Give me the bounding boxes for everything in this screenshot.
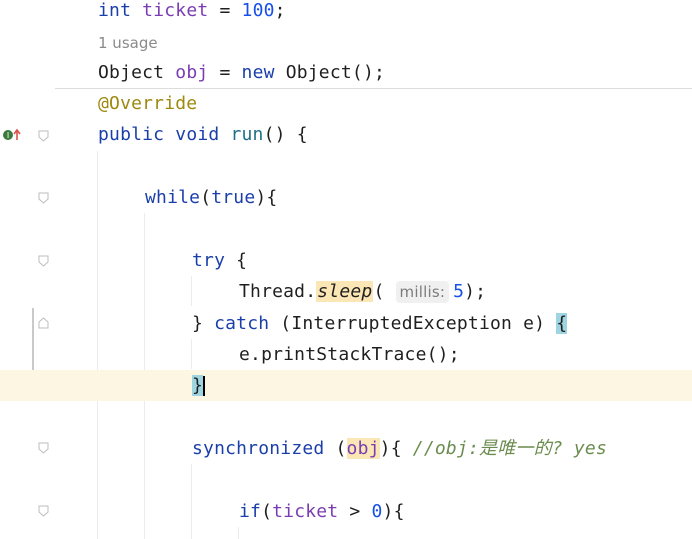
number-literal: 0 [371, 501, 383, 522]
punctuation: ){ [382, 501, 405, 522]
keyword: while [145, 187, 201, 208]
code-line[interactable]: while(true){ [0, 182, 692, 213]
keyword: if [239, 501, 262, 522]
number-literal: 5 [453, 281, 465, 302]
annotation: @Override [98, 93, 198, 114]
punctuation: () { [263, 124, 308, 145]
code-text: } catch (InterruptedException e) { [192, 308, 568, 339]
field-name: obj [346, 438, 380, 459]
punctuation: ){ [379, 438, 413, 459]
code-text: if(ticket > 0){ [239, 496, 405, 527]
punctuation: ); [464, 281, 487, 302]
operator: = [208, 62, 242, 83]
semicolon: ; [274, 0, 286, 21]
code-text: public void run() { [98, 119, 308, 150]
code-line[interactable]: int ticket = 100; [0, 0, 692, 26]
indent-guide [238, 527, 239, 539]
code-line[interactable]: if(ticket > 0){ [0, 496, 692, 527]
type-name: Object [98, 62, 165, 83]
code-line[interactable]: public void run() { [0, 119, 692, 150]
code-line[interactable]: } catch (InterruptedException e) { [0, 308, 692, 339]
code-text: e.printStackTrace(); [239, 344, 460, 365]
code-text: Thread.sleep( millis: 5); [239, 276, 486, 307]
code-text: } [192, 370, 204, 401]
code-line[interactable]: try { [0, 245, 692, 276]
brace-match: { [556, 313, 568, 334]
field-name: ticket [142, 0, 209, 21]
keyword: synchronized [192, 438, 325, 459]
static-method-call: sleep [316, 281, 374, 302]
usages-inlay[interactable]: 1 usage [98, 31, 158, 55]
code-text: while(true){ [145, 182, 277, 213]
punctuation: ( [324, 438, 347, 459]
operator: = [208, 0, 242, 21]
number-literal: 100 [241, 0, 275, 21]
punctuation: { [225, 250, 248, 271]
code-line[interactable]: Object obj = new Object(); [0, 57, 692, 88]
keyword: int [98, 0, 132, 21]
keyword: void [175, 124, 220, 145]
text-caret [203, 376, 205, 396]
code-line[interactable]: @Override [0, 88, 692, 119]
code-text: synchronized (obj){ //obj:是唯一的? yes [192, 433, 607, 464]
punctuation: ( [200, 187, 212, 208]
punctuation: ( [373, 281, 396, 302]
operator: > [338, 501, 372, 522]
punctuation: ){ [255, 187, 278, 208]
keyword: try [192, 250, 226, 271]
code-line[interactable]: Thread.sleep( millis: 5); [0, 276, 692, 307]
brace-match: } [192, 375, 204, 396]
punctuation: } [192, 313, 215, 334]
keyword: true [211, 187, 256, 208]
method-name: run [230, 124, 264, 145]
constructor-call: Object(); [274, 62, 386, 83]
code-text: Object obj = new Object(); [98, 57, 385, 88]
keyword: catch [214, 313, 270, 334]
code-line[interactable]: synchronized (obj){ //obj:是唯一的? yes [0, 433, 692, 464]
parameter-hint: millis: [395, 281, 450, 303]
catch-params: (InterruptedException e) [269, 313, 557, 334]
field-name: obj [175, 62, 209, 83]
code-line[interactable]: e.printStackTrace(); [0, 339, 692, 370]
keyword: new [241, 62, 275, 83]
field-name: ticket [272, 501, 339, 522]
comment: //obj:是唯一的? yes [412, 438, 607, 459]
code-text: try { [192, 245, 247, 276]
current-line[interactable]: } [0, 370, 692, 401]
code-text: int ticket = 100; [98, 0, 286, 26]
punctuation: ( [261, 501, 273, 522]
keyword: public [98, 124, 165, 145]
class-name: Thread. [239, 281, 317, 302]
